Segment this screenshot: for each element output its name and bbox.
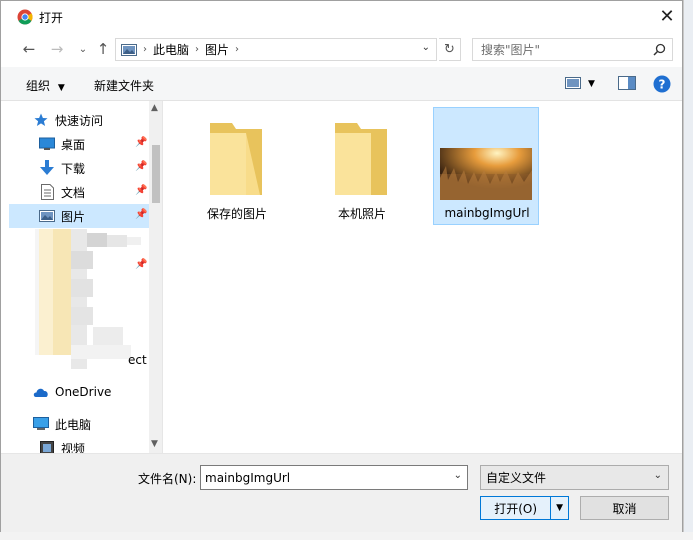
filename-input[interactable] xyxy=(201,466,441,489)
desktop-icon xyxy=(39,136,55,152)
refresh-button[interactable]: ↻ xyxy=(439,38,461,61)
nav-item-label: 文档 xyxy=(61,185,86,200)
title-bar: 打开 ✕ xyxy=(1,1,682,33)
help-icon[interactable]: ? xyxy=(653,75,671,93)
search-input[interactable] xyxy=(473,39,643,60)
breadcrumb-pictures[interactable]: 图片 xyxy=(205,41,229,58)
breadcrumb-separator-icon: › xyxy=(235,44,240,55)
chrome-icon xyxy=(17,9,33,25)
nav-item-quick-access[interactable]: 快速访问 xyxy=(9,108,149,132)
nav-partial-label: ect xyxy=(128,353,147,367)
new-folder-button[interactable]: 新建文件夹 xyxy=(94,77,154,94)
address-bar[interactable]: › 此电脑 › 图片 › ⌄ xyxy=(115,38,437,61)
up-button[interactable]: ↑ xyxy=(93,39,113,59)
file-item-folder[interactable]: 本机照片 xyxy=(309,107,415,225)
organize-button[interactable]: 组织 ▼ xyxy=(26,77,65,94)
refresh-icon: ↻ xyxy=(444,42,455,57)
file-name: mainbgImgUrl xyxy=(444,206,530,220)
nav-item-pictures[interactable]: 图片 📌 xyxy=(9,204,149,228)
file-list-view: 保存的图片 本机照片 mainbgImgUrl xyxy=(164,101,682,453)
caret-down-icon: ▼ xyxy=(57,83,65,93)
breadcrumb-separator-icon: › xyxy=(143,44,147,55)
close-button[interactable]: ✕ xyxy=(651,1,683,31)
nav-item-this-pc[interactable]: 此电脑 xyxy=(9,412,149,436)
window-title: 打开 xyxy=(39,11,64,25)
forward-button[interactable]: → xyxy=(47,39,67,59)
nav-item-label: 视频 xyxy=(61,441,86,454)
nav-item-label: 此电脑 xyxy=(55,417,92,432)
pictures-folder-icon xyxy=(121,43,137,56)
filename-field[interactable]: ⌄ xyxy=(200,465,468,490)
nav-item-label: 图片 xyxy=(61,209,86,224)
chevron-down-icon[interactable]: ⌄ xyxy=(454,470,462,481)
pin-icon[interactable]: 📌 xyxy=(135,185,147,196)
scroll-down-icon[interactable]: ▼ xyxy=(151,439,158,449)
nav-item-downloads[interactable]: 下载 📌 xyxy=(9,156,149,180)
nav-item-onedrive[interactable]: OneDrive xyxy=(9,380,149,404)
close-icon: ✕ xyxy=(659,5,675,27)
nav-scrollbar[interactable]: ▲ ▼ xyxy=(149,101,162,453)
filetype-select[interactable]: 自定义文件 ⌄ xyxy=(480,465,669,490)
dialog-footer: 文件名(N): ⌄ 自定义文件 ⌄ 打开(O) ▼ 取消 xyxy=(1,453,682,533)
breadcrumb-this-pc[interactable]: 此电脑 xyxy=(153,41,189,58)
onedrive-icon xyxy=(33,384,49,400)
navigation-pane: 快速访问 桌面 📌 下载 📌 文档 📌 图片 📌 📌 ect OneDrive … xyxy=(9,101,163,453)
address-dropdown-icon[interactable]: ⌄ xyxy=(422,42,430,53)
svg-text:?: ? xyxy=(659,78,666,92)
back-button[interactable]: ← xyxy=(19,39,39,59)
image-thumbnail xyxy=(440,148,532,200)
cancel-button[interactable]: 取消 xyxy=(580,496,669,520)
view-dropdown-icon[interactable]: ▼ xyxy=(588,79,595,89)
filetype-value: 自定义文件 xyxy=(486,471,547,485)
star-icon xyxy=(33,112,49,128)
chevron-down-icon: ⌄ xyxy=(78,43,88,55)
video-icon xyxy=(39,440,55,453)
nav-item-desktop[interactable]: 桌面 📌 xyxy=(9,132,149,156)
folder-icon xyxy=(210,123,262,195)
download-icon xyxy=(39,160,55,176)
chevron-down-icon: ⌄ xyxy=(653,470,662,481)
file-item-image[interactable]: mainbgImgUrl xyxy=(433,107,539,225)
file-name: 本机照片 xyxy=(337,207,386,221)
organize-label: 组织 xyxy=(26,79,51,93)
nav-item-documents[interactable]: 文档 📌 xyxy=(9,180,149,204)
scroll-up-icon[interactable]: ▲ xyxy=(151,103,158,113)
pin-icon[interactable]: 📌 xyxy=(135,259,147,270)
background-window-bottom xyxy=(0,532,693,540)
address-row: ← → ⌄ ↑ › 此电脑 › 图片 › ⌄ ↻ xyxy=(1,35,682,63)
pixelated-region xyxy=(35,229,141,369)
view-mode-icon[interactable] xyxy=(565,76,581,90)
nav-item-label: 快速访问 xyxy=(55,113,104,128)
pictures-icon xyxy=(39,208,55,224)
filename-label: 文件名(N): xyxy=(138,472,197,486)
command-toolbar: 组织 ▼ 新建文件夹 ▼ ? xyxy=(1,67,682,101)
search-box xyxy=(472,38,673,61)
arrow-up-icon: ↑ xyxy=(96,40,110,58)
breadcrumb-separator-icon: › xyxy=(195,44,200,55)
document-icon xyxy=(39,184,55,200)
pin-icon[interactable]: 📌 xyxy=(135,137,147,148)
scrollbar-thumb[interactable] xyxy=(152,145,160,203)
folder-icon xyxy=(335,123,387,195)
nav-item-label: 桌面 xyxy=(61,137,86,152)
preview-pane-icon[interactable] xyxy=(618,76,636,90)
nav-item-label: 下载 xyxy=(61,161,86,176)
file-item-folder[interactable]: 保存的图片 xyxy=(184,107,290,225)
open-button-label: 打开(O) xyxy=(494,501,537,516)
background-window-edge xyxy=(683,0,693,540)
open-file-dialog: 打开 ✕ ← → ⌄ ↑ › 此电脑 › 图片 › ⌄ ↻ 搜索"图片" 组织 … xyxy=(0,0,683,533)
search-icon[interactable] xyxy=(653,43,666,56)
nav-item-label: OneDrive xyxy=(55,385,112,399)
open-split-dropdown-icon[interactable]: ▼ xyxy=(550,497,568,519)
pin-icon[interactable]: 📌 xyxy=(135,161,147,172)
arrow-right-icon: → xyxy=(50,40,64,58)
open-button[interactable]: 打开(O) ▼ xyxy=(480,496,569,520)
recent-locations-button[interactable]: ⌄ xyxy=(73,39,93,59)
arrow-left-icon: ← xyxy=(22,40,36,58)
file-name: 保存的图片 xyxy=(206,207,267,221)
nav-item-videos[interactable]: 视频 xyxy=(9,436,149,453)
pin-icon[interactable]: 📌 xyxy=(135,209,147,220)
computer-icon xyxy=(33,416,49,432)
